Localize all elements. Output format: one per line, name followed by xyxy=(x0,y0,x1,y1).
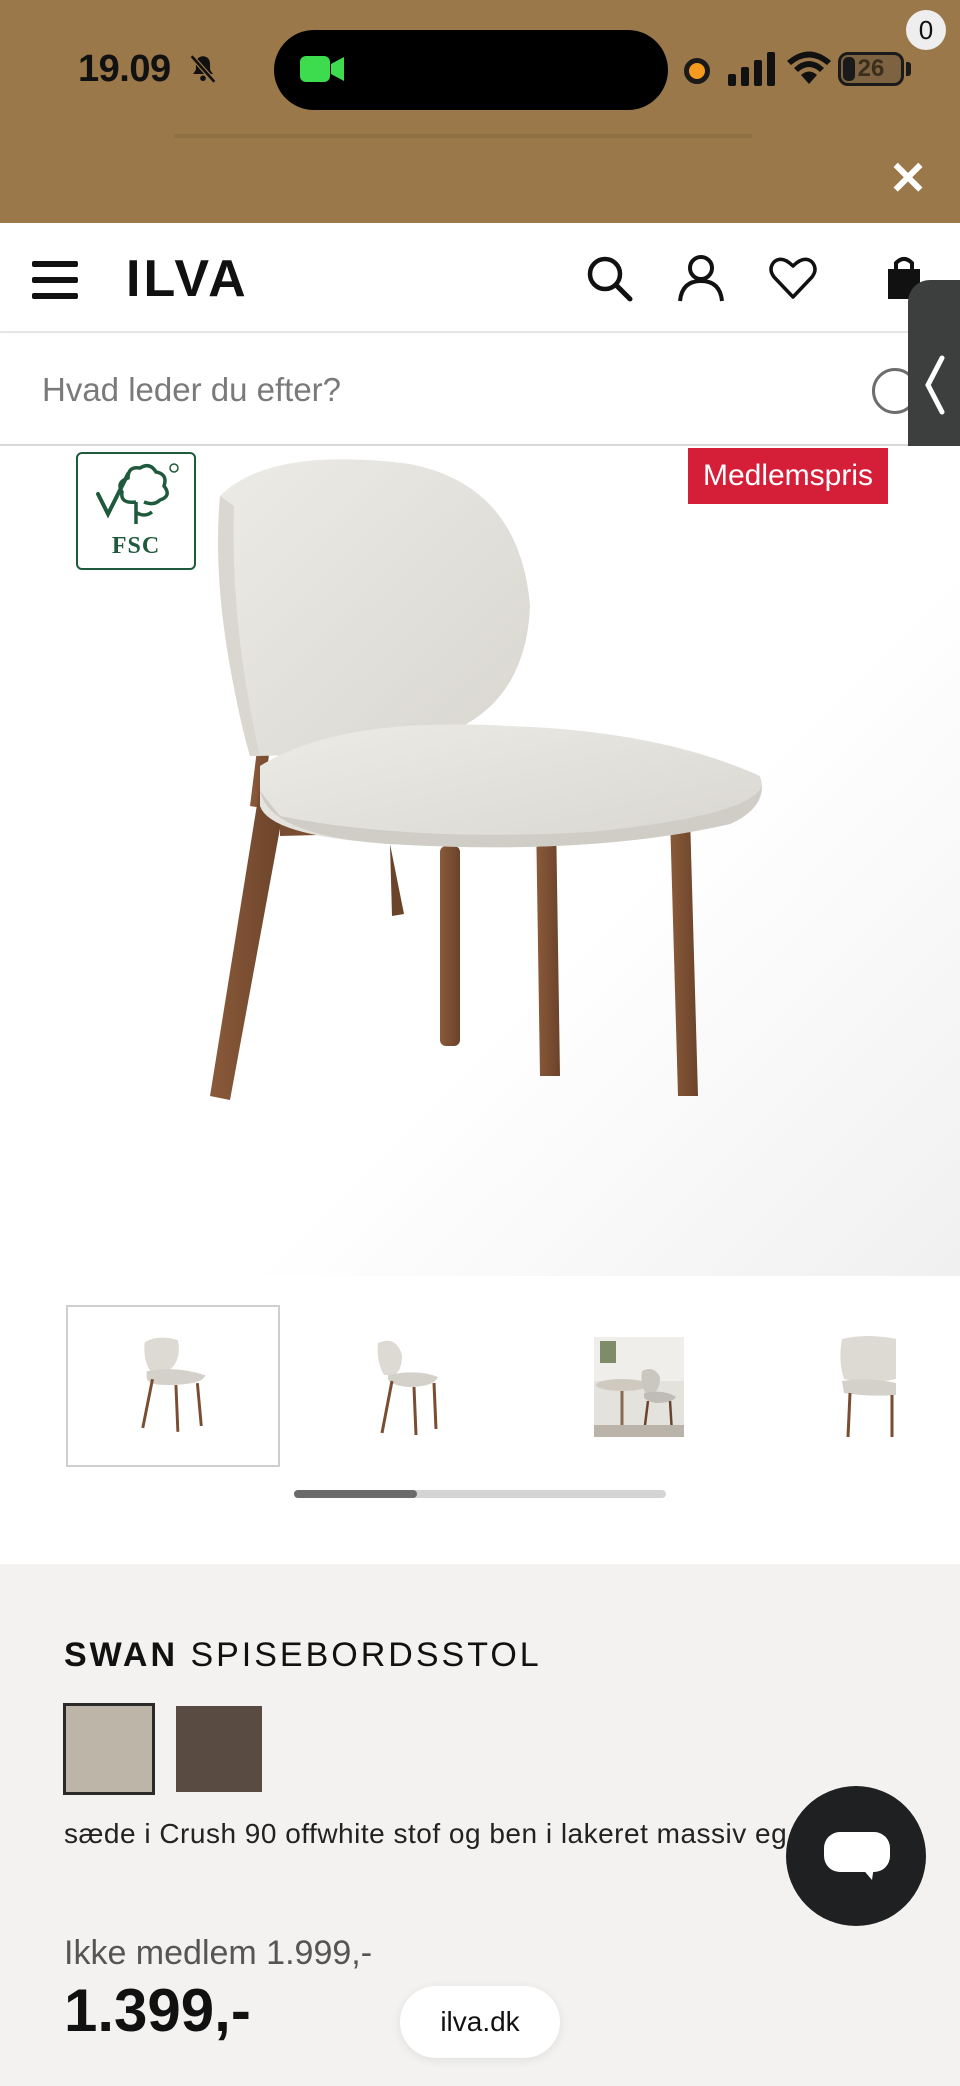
thumbnail-chair-front-image xyxy=(840,1336,896,1438)
swatch-brown[interactable] xyxy=(176,1706,262,1792)
non-member-price: Ikke medlem 1.999,- xyxy=(64,1934,373,1972)
thumbnail-room-image xyxy=(594,1337,684,1437)
thumbnail-scroll-thumb[interactable] xyxy=(294,1490,417,1498)
battery-tip xyxy=(906,62,911,76)
product-title: SWAN SPISEBORDSSTOL xyxy=(64,1636,542,1675)
thumbnail-chair-image xyxy=(141,1337,206,1432)
swatch-offwhite[interactable] xyxy=(63,1703,155,1795)
wifi-icon xyxy=(787,51,831,84)
cart-count-badge[interactable]: 0 xyxy=(906,10,946,50)
browser-url-pill[interactable]: ilva.dk xyxy=(400,1986,560,2058)
search-icon[interactable] xyxy=(584,253,634,303)
site-logo[interactable]: ILVA xyxy=(126,249,249,309)
product-description: sæde i Crush 90 offwhite stof og ben i l… xyxy=(64,1818,788,1849)
fsc-label: FSC xyxy=(111,533,161,559)
banner-text-placeholder xyxy=(174,134,752,138)
battery-icon: 26 xyxy=(838,52,904,86)
product-image-chair[interactable] xyxy=(190,456,790,1226)
chat-bubble-tail xyxy=(860,1866,874,1880)
menu-icon[interactable] xyxy=(32,261,78,299)
site-header: ILVA xyxy=(0,223,960,333)
fsc-certification-badge: FSC xyxy=(76,452,196,570)
search-input[interactable] xyxy=(42,362,862,418)
status-time: 19.09 xyxy=(78,48,171,90)
product-name-rest: SPISEBORDSSTOL xyxy=(190,1636,542,1674)
heart-icon[interactable] xyxy=(768,253,818,303)
mic-indicator-icon xyxy=(684,58,710,84)
thumbnail-chair-side-image xyxy=(377,1340,438,1436)
product-name-bold: SWAN xyxy=(64,1636,178,1674)
bell-muted-icon xyxy=(189,54,217,84)
search-bar xyxy=(0,334,960,446)
chat-bubble-icon[interactable] xyxy=(824,1832,890,1872)
thumbnail-1[interactable] xyxy=(66,1305,280,1467)
fsc-tree-icon xyxy=(96,463,179,524)
thumbnail-2[interactable] xyxy=(318,1305,532,1467)
signal-icon xyxy=(728,52,775,86)
facetime-camera-icon xyxy=(300,56,344,82)
member-price-badge: Medlemspris xyxy=(688,448,888,504)
close-icon[interactable]: ✕ xyxy=(888,155,928,201)
member-price: 1.399,- xyxy=(64,1977,251,2044)
thumbnail-3[interactable] xyxy=(560,1305,774,1467)
thumbnail-4[interactable] xyxy=(800,1305,900,1467)
account-icon[interactable] xyxy=(676,253,726,303)
